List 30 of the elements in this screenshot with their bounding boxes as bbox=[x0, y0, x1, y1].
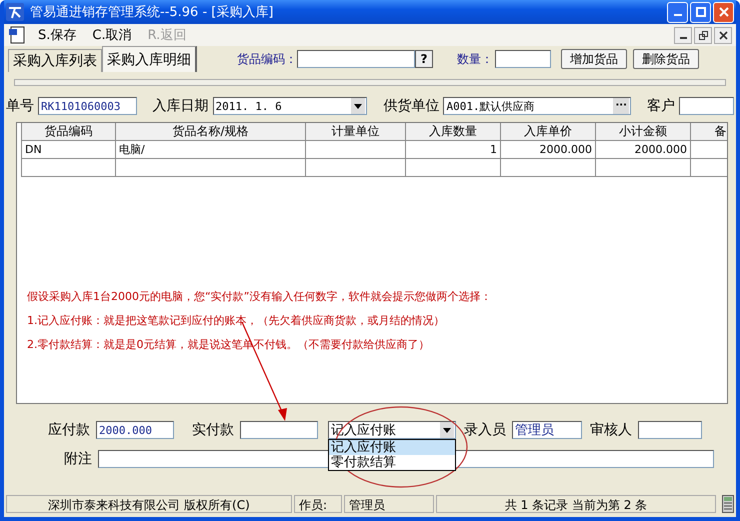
table-cell: 电脑/ bbox=[116, 141, 306, 159]
field-label: 入库日期 bbox=[152, 97, 208, 115]
column-header: 入库数量 bbox=[406, 123, 501, 141]
table-cell: 1 bbox=[406, 141, 501, 159]
field-label: 供货单位 bbox=[383, 97, 440, 115]
table-cell: 2000.000 bbox=[596, 141, 691, 159]
annotation-text: 1.记入应付账：就是把这笔款记到应付的账本，（先欠着供应商货款，或月结的情况） bbox=[27, 313, 446, 328]
status-text: 管理员 bbox=[344, 495, 434, 513]
window-title: 管易通进销存管理系统--5.96 - [采购入库] bbox=[30, 4, 274, 21]
column-header: 货品名称/规格 bbox=[116, 123, 306, 141]
field-label: 单号 bbox=[6, 97, 34, 115]
column-header: 备 bbox=[691, 123, 727, 141]
field-label: 客户 bbox=[647, 97, 676, 115]
field-label: 实付款 bbox=[192, 421, 234, 439]
column-header: 小计金额 bbox=[596, 123, 691, 141]
column-header: 入库单价 bbox=[501, 123, 596, 141]
column-header: 计量单位 bbox=[306, 123, 406, 141]
column-header: 货品编码 bbox=[21, 123, 116, 141]
status-text: 共 1 条记录 当前为第 2 条 bbox=[436, 495, 716, 513]
field-label: 附注 bbox=[64, 450, 92, 468]
field-label: 录入员 bbox=[464, 421, 506, 439]
item-code-label: 货品编码： bbox=[237, 50, 297, 68]
table-cell: 2000.000 bbox=[501, 141, 596, 159]
status-text: 深圳市泰来科技有限公司 版权所有(C) bbox=[6, 495, 292, 513]
table-cell: DN bbox=[21, 141, 116, 159]
quantity-label: 数量： bbox=[457, 50, 493, 68]
field-label: 审核人 bbox=[590, 421, 632, 439]
field-label: 应付款 bbox=[48, 421, 90, 439]
annotation-text: 假设采购入库1台2000元的电脑，您“实付款”没有输入任何数字，软件就会提示您做两个选择： bbox=[27, 289, 492, 304]
status-text: 作员: bbox=[294, 495, 342, 513]
